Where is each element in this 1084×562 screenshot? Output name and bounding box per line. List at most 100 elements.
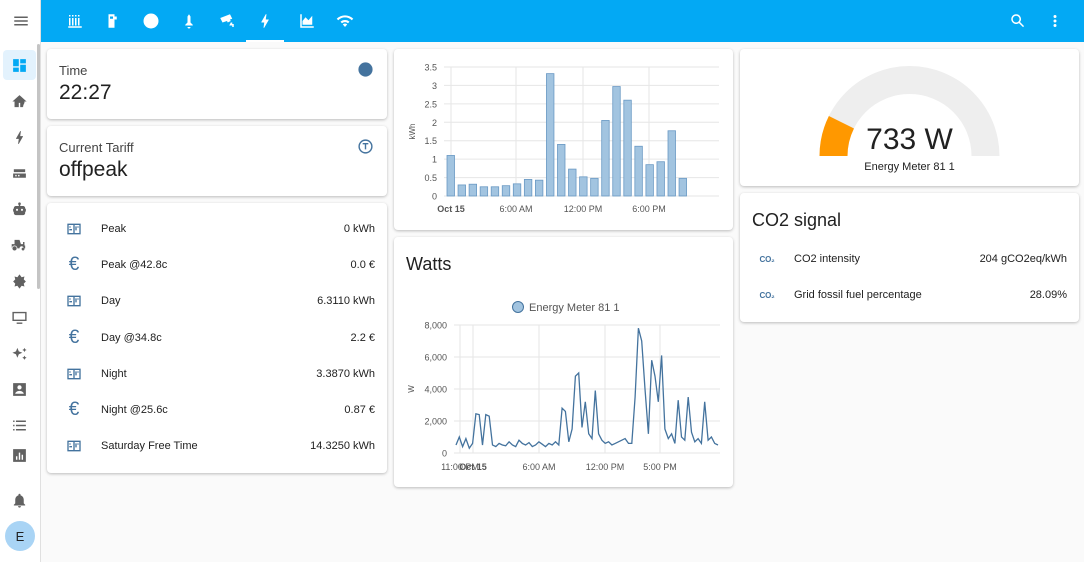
radiator-icon [68, 15, 82, 28]
energy-entities-card: Peak 0 kWh € Peak @42.8c 0.0 € Day 6.3110 kWh €… [47, 203, 387, 473]
bar[interactable] [546, 73, 555, 197]
time-card-value: 22:27 [59, 81, 112, 104]
lightning-bolt-icon [261, 14, 269, 28]
sidebar-item-plants[interactable] [3, 266, 36, 296]
energy-row-name: Peak @42.8c [101, 259, 168, 272]
energy-row[interactable]: Night 3.3870 kWh [47, 356, 387, 392]
bar[interactable] [678, 177, 687, 197]
bar[interactable] [457, 184, 466, 197]
sidebar-item-automations[interactable] [3, 338, 36, 368]
co2-row-name: Grid fossil fuel percentage [794, 289, 922, 301]
sidebar-item-power[interactable] [3, 122, 36, 152]
format-list-icon [13, 420, 26, 430]
bar[interactable] [534, 179, 544, 197]
energy-row[interactable]: Saturday Free Time 14.3250 kWh [47, 428, 387, 464]
bar[interactable] [479, 186, 489, 197]
bar[interactable] [557, 144, 566, 197]
energy-row-name: Night [101, 367, 127, 380]
sidebar-scrollbar[interactable] [37, 44, 40, 289]
sidebar-item-robot[interactable] [3, 194, 36, 224]
euro-icon: € [68, 399, 80, 420]
y-tick-label: 1.5 [424, 136, 437, 146]
time-card-name: Time [59, 63, 88, 78]
bar[interactable] [512, 183, 522, 197]
x-tick-label: 5:00 PM [643, 462, 677, 472]
energy-row-value: 0.87 € [344, 404, 375, 416]
bar[interactable] [501, 185, 511, 197]
co2-row-name: CO2 intensity [794, 253, 861, 265]
energy-row[interactable]: Peak 0 kWh [47, 211, 387, 247]
tab-heating[interactable] [56, 0, 94, 42]
y-tick-label: 2,000 [424, 417, 447, 427]
x-tick-label: Oct 15 [437, 204, 465, 214]
sidebar-item-logbook[interactable] [3, 410, 36, 440]
bell-icon [13, 493, 26, 508]
tractor-icon [11, 239, 26, 250]
router-icon [13, 168, 26, 178]
sidebar-item-garden[interactable] [3, 230, 36, 260]
y-tick-label: 0 [432, 192, 437, 202]
bell-outline-icon [185, 14, 193, 29]
chart-areaspline-icon [300, 14, 314, 28]
x-tick-label: 6:00 AM [499, 204, 532, 214]
energy-row[interactable]: € Peak @42.8c 0.0 € [47, 247, 387, 283]
energy-row[interactable]: Day 6.3110 kWh [47, 283, 387, 319]
bar[interactable] [623, 99, 632, 197]
sidebar-item-people[interactable] [3, 374, 36, 404]
sidebar: E [0, 0, 41, 562]
bar[interactable] [612, 86, 621, 197]
co2-card-title: CO2 signal [752, 210, 842, 230]
bar[interactable] [601, 120, 610, 197]
power-gauge-card[interactable]: 733 W Energy Meter 81 1 [740, 49, 1079, 186]
bar[interactable] [446, 155, 455, 197]
bar[interactable] [490, 186, 500, 197]
search-button[interactable] [1002, 0, 1034, 42]
water-heater-icon [108, 14, 117, 28]
co2-row[interactable]: CO₂ Grid fossil fuel percentage 28.09% [740, 277, 1079, 313]
tab-alerts[interactable] [170, 0, 208, 42]
energy-bar-chart-card: 0 0.5 1 1.5 2 2.5 3 3.5 kWh Oct 15 6:00 AM 12:00 PM… [394, 49, 733, 230]
bar[interactable] [468, 183, 477, 197]
time-card[interactable]: Time 22:27 [47, 49, 387, 119]
energy-row[interactable]: € Night @25.6c 0.87 € [47, 392, 387, 428]
sidebar-item-history[interactable] [3, 446, 36, 464]
clock-icon [143, 13, 159, 29]
sidebar-item-energy-home[interactable] [3, 86, 36, 116]
bar[interactable] [645, 164, 654, 197]
legend-label[interactable]: Energy Meter 81 1 [529, 302, 620, 314]
menu-button[interactable] [0, 0, 41, 42]
sidebar-item-network[interactable] [3, 158, 36, 188]
sidebar-item-media[interactable] [3, 302, 36, 332]
co2-row[interactable]: CO₂ CO2 intensity 204 gCO2eq/kWh [740, 241, 1079, 277]
series-line[interactable] [455, 328, 719, 450]
menu-icon [13, 16, 28, 26]
energy-row[interactable]: € Day @34.8c 2.2 € [47, 320, 387, 356]
avatar[interactable]: E [5, 521, 35, 551]
tab-cameras[interactable] [208, 0, 246, 42]
bar[interactable] [656, 161, 665, 197]
bar[interactable] [523, 179, 533, 197]
co2-row-value: 28.09% [1029, 289, 1067, 301]
bar[interactable] [634, 145, 643, 197]
tab-statistics[interactable] [288, 0, 326, 42]
bar[interactable] [568, 168, 577, 197]
tab-energy[interactable] [246, 0, 284, 42]
dashboard-icon [13, 58, 26, 72]
tab-time[interactable] [132, 0, 170, 42]
energy-row-value: 0 kWh [343, 223, 375, 235]
co2-row-value: 204 gCO2eq/kWh [979, 253, 1067, 265]
overflow-menu-button[interactable] [1039, 0, 1071, 42]
tab-network[interactable] [326, 0, 364, 42]
euro-icon: € [68, 254, 80, 276]
bar[interactable] [590, 177, 599, 197]
tariff-card[interactable]: Current Tariff offpeak [47, 126, 387, 196]
meter-icon [65, 220, 83, 238]
tab-water[interactable] [94, 0, 132, 42]
bar[interactable] [579, 176, 588, 197]
molecule-co2-icon: CO₂ [759, 290, 775, 300]
notifications-button[interactable] [3, 485, 36, 515]
sidebar-item-overview[interactable] [3, 50, 36, 80]
bar[interactable] [667, 130, 676, 197]
legend-marker[interactable] [512, 301, 524, 313]
energy-row-value: 6.3110 kWh [317, 295, 375, 308]
